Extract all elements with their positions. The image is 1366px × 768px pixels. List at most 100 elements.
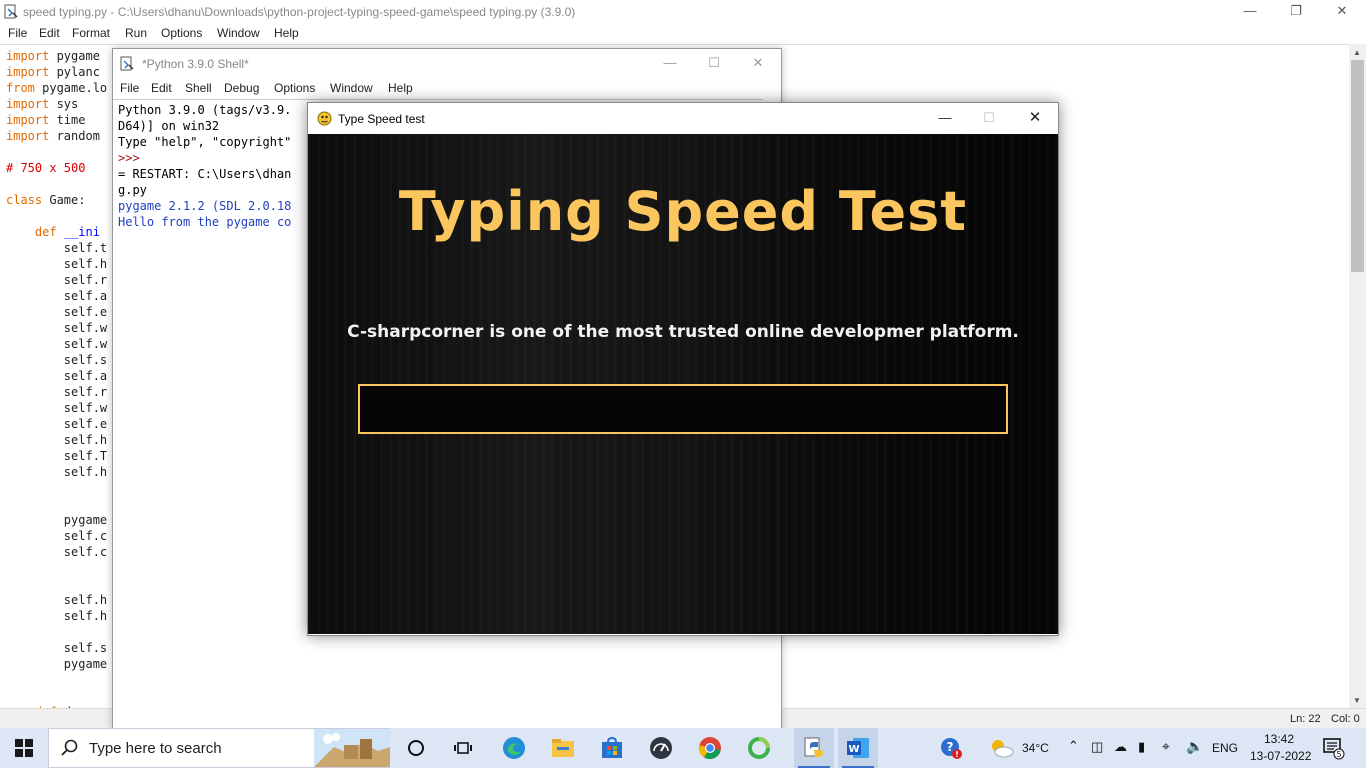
shell-menu-help[interactable]: Help (388, 81, 413, 95)
speaker-icon[interactable]: 🔈 (1186, 738, 1203, 755)
code-line: self.h (6, 256, 107, 272)
shell-titlebar: *Python 3.9.0 Shell* — ☐ ✕ (113, 49, 781, 79)
editor-close-button[interactable]: ✕ (1319, 0, 1365, 24)
code-line: self.w (6, 336, 107, 352)
task-view-icon[interactable] (449, 734, 477, 762)
code-text: random (49, 129, 100, 143)
pygame-titlebar: Type Speed test — ☐ ✕ (308, 103, 1058, 134)
weather-icon[interactable] (988, 734, 1016, 762)
code-keyword: class (6, 193, 43, 207)
editor-menu-options[interactable]: Options (161, 26, 202, 40)
shell-output-line: = RESTART: C:\Users\dhan (118, 167, 292, 181)
code-keyword: import (6, 113, 50, 127)
editor-scroll-thumb[interactable] (1351, 60, 1364, 272)
taskbar: Type here to search W ? ! 34°C ⌃ ◫ ☁ ▮ ⌖… (0, 728, 1366, 768)
shell-menu-options[interactable]: Options (274, 81, 315, 95)
code-text: self.r (6, 385, 108, 399)
editor-scrollbar[interactable]: ▲ ▼ (1349, 44, 1366, 708)
pygame-window-title: Type Speed test (338, 112, 425, 126)
shell-menu-debug[interactable]: Debug (224, 81, 259, 95)
search-placeholder: Type here to search (89, 740, 222, 757)
code-keyword: import (6, 49, 50, 63)
code-line: self.s (6, 352, 107, 368)
green-circle-app-icon[interactable] (745, 734, 773, 762)
store-icon[interactable] (598, 734, 626, 762)
code-line: self.r (6, 384, 107, 400)
shell-menu-window[interactable]: Window (330, 81, 373, 95)
editor-menu-format[interactable]: Format (72, 26, 110, 40)
speedometer-icon[interactable] (647, 734, 675, 762)
editor-menu-file[interactable]: File (8, 26, 27, 40)
code-keyword: import (6, 129, 50, 143)
shell-close-button[interactable]: ✕ (735, 52, 781, 76)
editor-menubar: File Edit Format Run Options Window Help (0, 24, 1366, 44)
taskbar-search-box[interactable]: Type here to search (48, 728, 390, 768)
code-text: self.e (6, 417, 108, 431)
shell-output-line: D64)] on win32 (118, 119, 220, 133)
pygame-minimize-button[interactable]: — (922, 107, 968, 131)
scroll-up-icon[interactable]: ▲ (1353, 48, 1361, 57)
code-keyword: from (6, 81, 35, 95)
cloud-sync-icon[interactable]: ☁ (1114, 739, 1127, 755)
shell-output-line: pygame 2.1.2 (SDL 2.0.18 (118, 199, 292, 213)
shell-output-line: g.py (118, 183, 147, 197)
editor-menu-window[interactable]: Window (217, 26, 260, 40)
code-text: self.w (6, 401, 108, 415)
code-text: self.h (6, 433, 108, 447)
clock-date[interactable]: 13-07-2022 (1250, 749, 1311, 763)
python-idle-icon[interactable] (794, 728, 834, 768)
editor-menu-help[interactable]: Help (274, 26, 299, 40)
code-line: self.h (6, 432, 107, 448)
editor-menu-run[interactable]: Run (125, 26, 147, 40)
scroll-down-icon[interactable]: ▼ (1353, 696, 1361, 705)
code-text: pygame (6, 513, 108, 527)
code-line: self.h (6, 608, 107, 624)
code-text: self.s (6, 353, 108, 367)
code-text: self.e (6, 305, 108, 319)
help-icon[interactable]: ?! (937, 734, 965, 762)
editor-menu-edit[interactable]: Edit (39, 26, 60, 40)
code-line: self.h (6, 592, 107, 608)
battery-icon[interactable]: ▮ (1138, 739, 1145, 755)
typing-input-box[interactable] (358, 384, 1008, 434)
editor-maximize-button[interactable]: ❐ (1273, 0, 1319, 24)
word-icon[interactable]: W (838, 728, 878, 768)
code-line: # 750 x 500 (6, 160, 85, 176)
chrome-icon[interactable] (696, 734, 724, 762)
code-line: pygame (6, 512, 107, 528)
code-line: self.w (6, 320, 107, 336)
code-keyword: def (6, 225, 57, 239)
notification-center-icon[interactable]: 5 (1320, 734, 1348, 762)
wifi-icon[interactable]: ⌖ (1162, 738, 1170, 755)
file-explorer-icon[interactable] (549, 734, 577, 762)
code-line: self.a (6, 288, 107, 304)
shell-menu-edit[interactable]: Edit (151, 81, 172, 95)
shell-menu-file[interactable]: File (120, 81, 139, 95)
shell-menu-shell[interactable]: Shell (185, 81, 212, 95)
usb-device-icon[interactable]: ◫ (1091, 739, 1103, 755)
code-text: self.T (6, 449, 108, 463)
code-text: sys (49, 97, 79, 111)
chevron-up-icon[interactable]: ⌃ (1068, 738, 1079, 754)
code-text: __ini (56, 225, 100, 239)
code-line: import sys (6, 96, 78, 112)
status-col: Col: 0 (1331, 713, 1360, 725)
shell-minimize-button[interactable]: — (647, 52, 693, 76)
code-text: self.a (6, 369, 108, 383)
shell-output-line: >>> (118, 151, 140, 165)
pygame-canvas: Typing Speed Test C-sharpcorner is one o… (308, 134, 1058, 634)
code-line: self.c (6, 544, 107, 560)
code-text: self.w (6, 337, 108, 351)
edge-icon[interactable] (500, 734, 528, 762)
language-indicator[interactable]: ENG (1212, 741, 1238, 755)
cortana-icon[interactable] (402, 734, 430, 762)
weather-temperature[interactable]: 34°C (1022, 741, 1049, 755)
clock-time[interactable]: 13:42 (1264, 732, 1294, 746)
status-line: Ln: 22 (1290, 713, 1321, 725)
code-text: self.a (6, 289, 108, 303)
editor-minimize-button[interactable]: — (1227, 0, 1273, 24)
windows-start-icon[interactable] (10, 734, 38, 762)
shell-maximize-button[interactable]: ☐ (691, 52, 737, 76)
pygame-close-button[interactable]: ✕ (1012, 107, 1058, 131)
code-keyword: import (6, 65, 50, 79)
